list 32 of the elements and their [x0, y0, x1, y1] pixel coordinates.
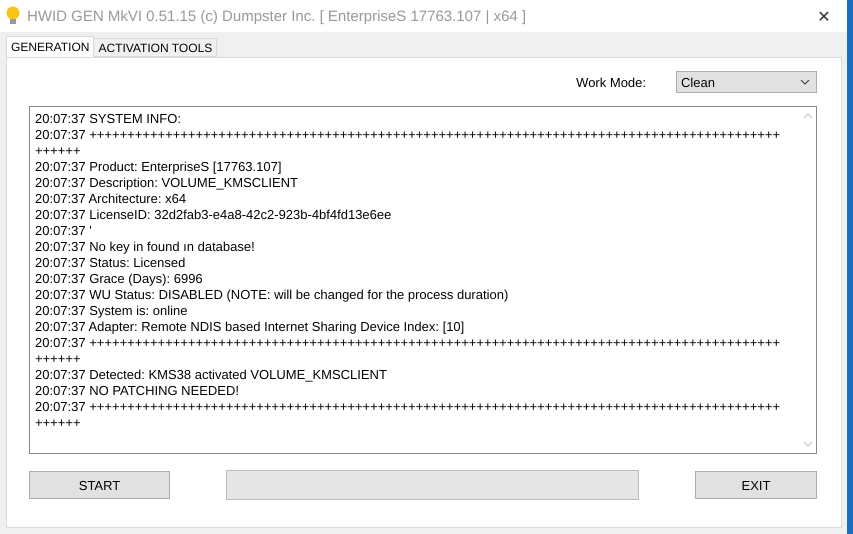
log-line: 20:07:37 NO PATCHING NEEDED!	[35, 383, 239, 399]
log-line: 20:07:37 +++++++++++++++++++++++++++++++++++++++++++++++++++++++++++++++++++++++++++++++++++++++++++	[35, 335, 780, 351]
work-mode-label: Work Mode:	[576, 74, 646, 90]
work-mode-dropdown[interactable]: Clean	[676, 71, 817, 93]
log-line: 20:07:37 WU Status: DISABLED (NOTE: will be changed for the process duration)	[35, 287, 508, 303]
log-line: 20:07:37 LicenseID: 32d2fab3-e4a8-42c2-923b-4bf4fd13e6ee	[35, 207, 392, 223]
log-line: 20:07:37 Status: Licensed	[35, 255, 186, 271]
log-line: ++++++	[35, 143, 81, 159]
log-line: 20:07:37 Detected: KMS38 activated VOLUME_KMSCLIENT	[35, 367, 387, 383]
log-line: 20:07:37 Grace (Days): 6996	[35, 271, 203, 287]
tab[interactable]: ACTIVATION TOOLS	[93, 38, 218, 57]
window-title: HWID GEN MkVI 0.51.15 (c) Dumpster Inc. [ EnterpriseS 17763.107 | x64 ]	[27, 8, 528, 24]
exit-button[interactable]: EXIT	[695, 471, 817, 499]
start-button[interactable]: START	[29, 471, 170, 499]
close-button[interactable]: ✕	[801, 0, 847, 32]
log-line: 20:07:37 +++++++++++++++++++++++++++++++++++++++++++++++++++++++++++++++++++++++++++++++++++++++++++	[35, 399, 780, 415]
lightbulb-icon	[6, 6, 20, 26]
log-line: 20:07:37 +++++++++++++++++++++++++++++++++++++++++++++++++++++++++++++++++++++++++++++++++++++++++++	[35, 127, 780, 143]
tab[interactable]: GENERATION	[6, 36, 94, 57]
log-line: ++++++	[35, 351, 81, 367]
scroll-up-icon[interactable]	[802, 113, 812, 119]
log-line: 20:07:37 No key in found ın database!	[35, 239, 255, 255]
log-line: 20:07:37 Adapter: Remote NDIS based Internet Sharing Device Index: [10]	[35, 319, 464, 335]
log-line: 20:07:37 Description: VOLUME_KMSCLIENT	[35, 175, 298, 191]
log-line: 20:07:37 Product: EnterpriseS [17763.107]	[35, 159, 282, 175]
scroll-down-icon[interactable]	[802, 441, 812, 447]
log-line: 20:07:37 '	[35, 223, 92, 239]
log-line: 20:07:37 SYSTEM INFO:	[35, 111, 181, 127]
chevron-down-icon	[800, 79, 810, 85]
log-line: 20:07:37 System is: online	[35, 303, 188, 319]
log-line: ++++++	[35, 415, 81, 431]
log-line: 20:07:37 Architecture: x64	[35, 191, 186, 207]
